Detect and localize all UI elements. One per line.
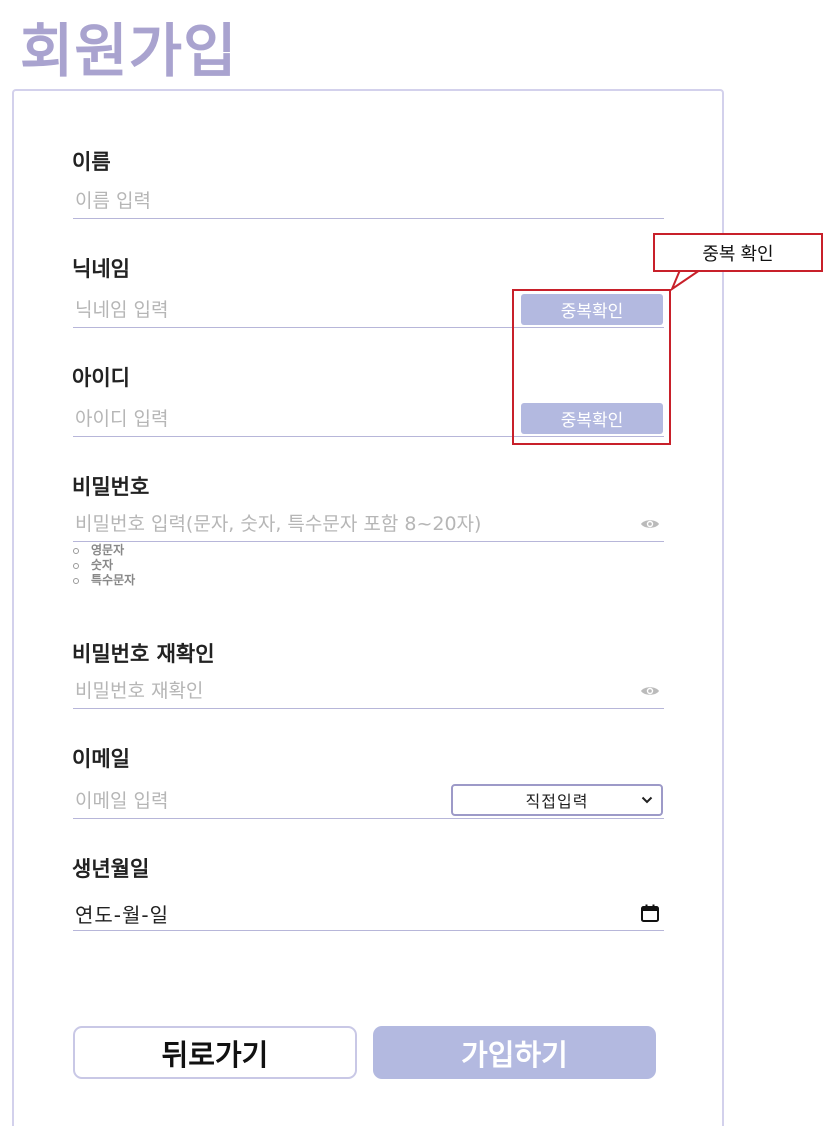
nickname-duplicate-check-button[interactable]: 중복확인 [521,294,663,325]
name-input[interactable] [75,187,575,215]
userid-label: 아이디 [72,366,130,390]
userid-duplicate-check-button[interactable]: 중복확인 [521,403,663,434]
calendar-icon[interactable] [640,903,660,923]
birthdate-value: 연도-월-일 [75,903,170,927]
nickname-label: 닉네임 [72,257,130,281]
password-label: 비밀번호 [72,475,150,499]
email-domain-select[interactable]: 직접입력 [451,784,663,816]
password-confirm-input[interactable] [75,677,625,705]
password-rule-item: 영문자 [73,543,135,558]
eye-icon[interactable] [640,683,660,699]
annotation-callout-text: 중복 확인 [702,243,774,264]
annotation-callout: 중복 확인 [653,233,823,272]
page-title: 회원가입 [20,17,238,85]
email-input[interactable] [75,787,435,815]
password-input[interactable] [75,510,625,538]
userid-input[interactable] [75,405,505,433]
back-button[interactable]: 뒤로가기 [73,1026,357,1079]
userid-field-row: 중복확인 [73,401,664,437]
signup-form [12,89,724,1126]
bullet-icon [73,577,79,584]
nickname-input[interactable] [75,296,505,324]
email-domain-selected: 직접입력 [525,792,589,811]
nickname-field-row: 중복확인 [73,292,664,328]
birthdate-label: 생년월일 [72,857,150,881]
password-confirm-label: 비밀번호 재확인 [72,642,215,666]
chevron-down-icon [641,796,653,804]
password-confirm-field-row [73,673,664,709]
email-field-row: 직접입력 [73,783,664,819]
email-label: 이메일 [72,747,130,771]
eye-icon[interactable] [640,516,660,532]
password-rule-item: 특수문자 [73,573,135,588]
join-button[interactable]: 가입하기 [373,1026,656,1079]
birthdate-field[interactable]: 연도-월-일 [73,895,664,931]
name-label: 이름 [72,150,111,174]
password-field-row [73,506,664,542]
password-rules-list: 영문자 숫자 특수문자 [73,543,135,588]
password-rule-item: 숫자 [73,558,135,573]
name-field-row [73,183,664,219]
bullet-icon [73,547,79,554]
bullet-icon [73,562,79,569]
